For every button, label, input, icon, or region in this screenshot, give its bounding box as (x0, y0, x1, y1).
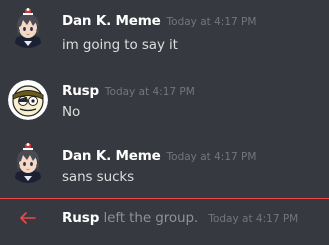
new-messages-divider (0, 198, 329, 199)
author-name[interactable]: Dan K. Meme (62, 13, 161, 29)
message-text: sans sucks (62, 169, 135, 185)
chat-messages: Dan K. Meme Today at 4:17 PM im going to … (0, 0, 329, 245)
anime-character-avatar-icon[interactable] (8, 143, 48, 183)
system-message: Rusp left the group. Today at 4:17 PM (62, 210, 298, 226)
author-name[interactable]: Rusp (62, 83, 99, 99)
message-timestamp: Today at 4:17 PM (166, 16, 257, 28)
message-author[interactable]: Dan K. Meme Today at 4:17 PM (62, 13, 256, 29)
cartoon-face-avatar-icon[interactable] (8, 80, 48, 120)
message-author[interactable]: Rusp Today at 4:17 PM (62, 83, 195, 99)
message-timestamp: Today at 4:17 PM (166, 151, 257, 163)
system-message-action: left the group. (103, 210, 199, 226)
message-text: No (62, 104, 81, 120)
system-message-timestamp: Today at 4:17 PM (208, 213, 299, 225)
message-author[interactable]: Dan K. Meme Today at 4:17 PM (62, 148, 256, 164)
message-timestamp: Today at 4:17 PM (104, 86, 195, 98)
author-name[interactable]: Dan K. Meme (62, 148, 161, 164)
message-text: im going to say it (62, 37, 178, 53)
system-message-author[interactable]: Rusp (62, 210, 99, 226)
anime-character-avatar-icon[interactable] (8, 8, 48, 48)
leave-arrow-icon (18, 210, 36, 224)
